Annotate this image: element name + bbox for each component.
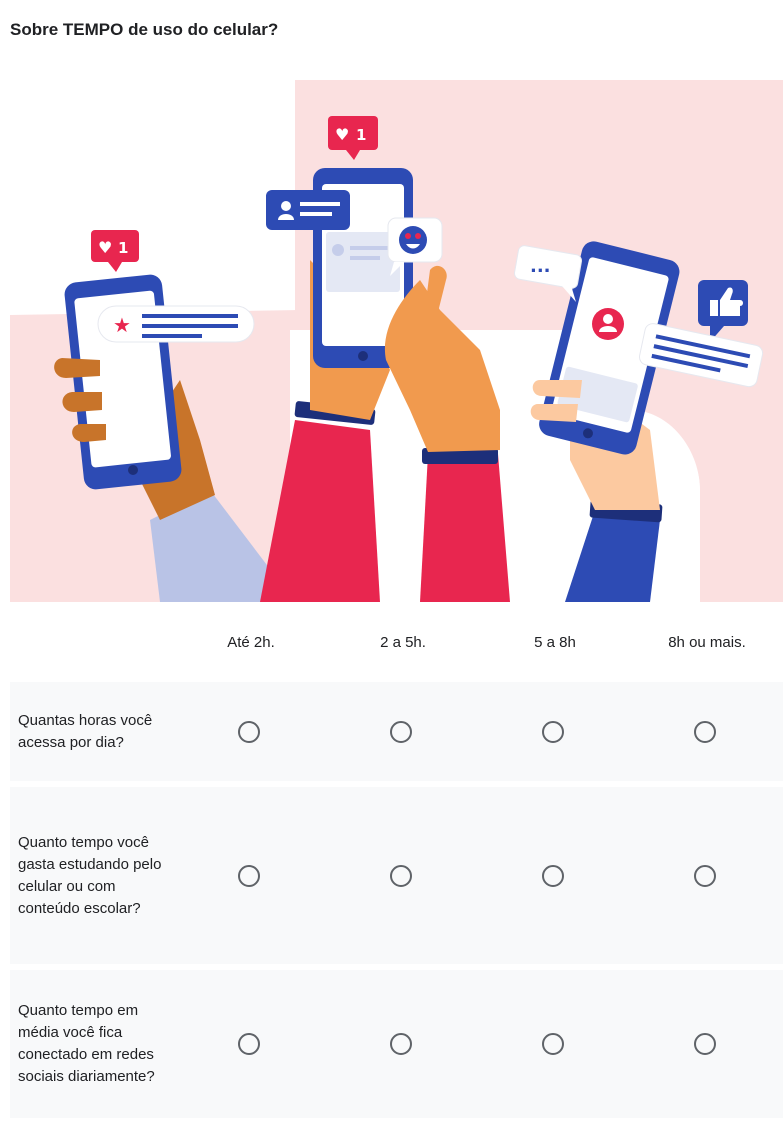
row-label: Quanto tempo em média você fica conectad… <box>18 1002 155 1085</box>
column-header: Até 2h. <box>227 633 275 651</box>
profile-card-bubble <box>266 190 350 230</box>
column-header: 2 a 5h. <box>380 633 426 651</box>
grid-row: Quanto tempo você gasta estudando pelo c… <box>10 787 783 964</box>
grid-row: Quanto tempo em média você fica conectad… <box>10 970 783 1118</box>
grid-header: Até 2h. 2 a 5h. 5 a 8h 8h ou mais. <box>10 602 783 682</box>
row-label: Quantas horas você acessa por dia? <box>18 711 153 751</box>
radio-button[interactable] <box>694 720 716 743</box>
radio-button[interactable] <box>694 1033 716 1055</box>
svg-text:1: 1 <box>118 239 128 257</box>
radio-button[interactable] <box>542 720 564 743</box>
choice-grid: Até 2h. 2 a 5h. 5 a 8h 8h ou mais. Quant… <box>10 602 783 1124</box>
radio-button[interactable] <box>238 864 260 887</box>
center-right-sleeve <box>420 454 510 602</box>
column-header: 8h ou mais. <box>668 633 746 651</box>
column-header: 5 a 8h <box>534 633 576 651</box>
radio-button[interactable] <box>238 720 260 743</box>
left-like-badge: ♥ 1 <box>91 230 139 272</box>
grid-row: Quantas horas você acessa por dia? <box>10 682 783 781</box>
radio-button[interactable] <box>390 1033 412 1055</box>
radio-button[interactable] <box>390 864 412 887</box>
svg-text:♥: ♥ <box>98 238 112 257</box>
svg-text:♥: ♥ <box>335 125 349 144</box>
radio-button[interactable] <box>694 864 716 887</box>
svg-text:1: 1 <box>356 126 366 144</box>
social-media-illustration: ★ ♥ 1 ♥ 1 ... <box>10 80 783 602</box>
radio-button[interactable] <box>542 864 564 887</box>
row-label: Quanto tempo você gasta estudando pelo c… <box>18 833 162 917</box>
svg-text:...: ... <box>530 256 551 277</box>
left-comment-bubble: ★ <box>97 305 255 343</box>
svg-text:★: ★ <box>113 313 131 337</box>
question-title: Sobre TEMPO de uso do celular? <box>10 20 279 39</box>
radio-button[interactable] <box>238 1033 260 1055</box>
radio-button[interactable] <box>542 1033 564 1055</box>
radio-button[interactable] <box>390 720 412 743</box>
